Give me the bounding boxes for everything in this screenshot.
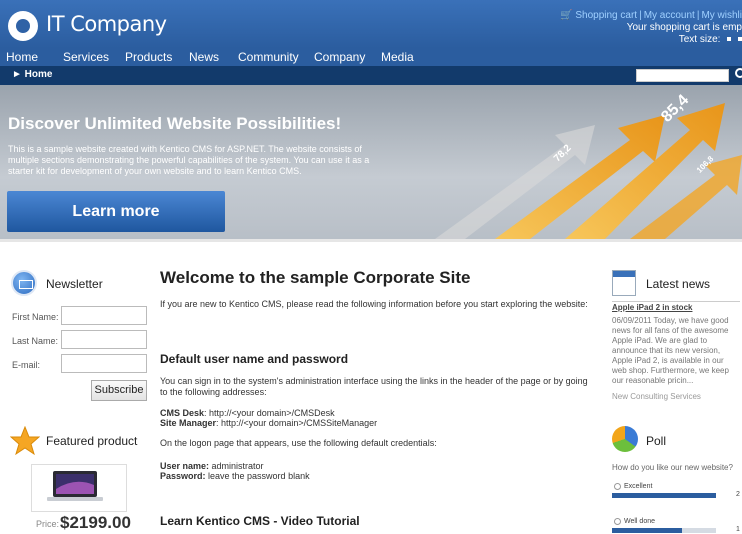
latest-news-title: Latest news — [646, 277, 711, 291]
pie-chart-icon — [612, 426, 638, 452]
link-separator: | — [639, 10, 642, 21]
username-label: User name: — [160, 461, 210, 471]
poll-answer-label: Well done — [624, 518, 656, 525]
menu-item-media[interactable]: Media — [381, 50, 414, 64]
poll-percent: 1 — [736, 526, 740, 533]
logo-icon[interactable] — [8, 11, 38, 41]
news-item-title[interactable]: Apple iPad 2 in stock — [612, 303, 692, 312]
cms-desk-url: : http://<your domain>/CMSDesk — [204, 408, 335, 418]
my-account-link[interactable]: My account — [644, 10, 695, 21]
site-manager-label: Site Manager — [160, 418, 217, 428]
first-name-label: First Name: — [12, 312, 59, 322]
top-links: 🛒 Shopping cart | My account | My wishli — [560, 10, 742, 21]
price-value: $2199.00 — [60, 513, 131, 532]
intro-text: If you are new to Kentico CMS, please re… — [160, 299, 588, 309]
menu-item-news[interactable]: News — [189, 50, 219, 64]
breadcrumb[interactable]: ► Home — [12, 69, 52, 80]
last-name-label: Last Name: — [12, 336, 59, 346]
site-header: IT Company 🛒 Shopping cart | My account | My… — [0, 0, 742, 48]
menu-item-home[interactable]: Home — [6, 50, 38, 64]
signin-text: You can sign in to the system's administ… — [160, 376, 588, 397]
text-size-small-button[interactable] — [727, 37, 732, 42]
banner-text: This is a sample website created with Ke… — [8, 144, 370, 176]
price-label: Price: — [36, 519, 60, 529]
menu-item-company[interactable]: Company — [314, 50, 365, 64]
text-size-label: Text size: — [678, 34, 721, 45]
search-input[interactable] — [636, 69, 729, 82]
newspaper-icon — [612, 270, 636, 296]
menu-item-services[interactable]: Services — [63, 50, 109, 64]
banner-title: Discover Unlimited Website Possibilities… — [8, 114, 342, 133]
poll-radio-well-done[interactable] — [614, 518, 621, 525]
poll-bar — [612, 493, 716, 498]
email-field[interactable] — [61, 354, 147, 373]
password-label: Password: — [160, 471, 206, 481]
menu-item-products[interactable]: Products — [125, 50, 172, 64]
breadcrumb-bar: ► Home — [0, 66, 742, 85]
main-menu: Home Services Products News Community Co… — [0, 48, 742, 66]
poll-bar-fill — [612, 493, 716, 498]
laptop-image[interactable] — [45, 471, 105, 503]
page-title: Welcome to the sample Corporate Site — [160, 268, 471, 287]
logo-text[interactable]: IT Company — [46, 12, 167, 36]
poll-bar — [612, 528, 716, 533]
poll-question: How do you like our new website? — [612, 463, 733, 472]
password-line: Password: leave the password blank — [160, 471, 590, 482]
search-icon[interactable] — [735, 68, 742, 78]
text-size-control: Text size: — [679, 34, 742, 45]
news-item-next[interactable]: New Consulting Services — [612, 392, 701, 401]
growth-arrows-graphic — [435, 103, 742, 239]
menu-item-community[interactable]: Community — [238, 50, 299, 64]
poll-percent: 2 — [736, 491, 740, 498]
learn-more-button[interactable]: Learn more — [7, 191, 225, 232]
news-item-text: 06/09/2011 Today, we have good news for … — [612, 316, 729, 385]
password-value: leave the password blank — [205, 471, 310, 481]
poll-bar-fill — [612, 528, 682, 533]
envelope-icon — [11, 270, 37, 296]
video-tutorial-heading: Learn Kentico CMS - Video Tutorial — [160, 514, 360, 528]
email-label: E-mail: — [12, 360, 41, 370]
cart-status: Your shopping cart is emp — [626, 22, 742, 33]
newsletter-title: Newsletter — [46, 277, 103, 291]
cms-desk-label: CMS Desk — [160, 408, 205, 418]
last-name-field[interactable] — [61, 330, 147, 349]
featured-product-title: Featured product — [46, 434, 138, 448]
star-icon — [10, 426, 40, 456]
site-manager-url: : http://<your domain>/CMSSiteManager — [216, 418, 378, 428]
poll-title: Poll — [646, 434, 667, 448]
default-credentials-heading: Default user name and password — [160, 352, 349, 366]
site-manager-line: Site Manager: http://<your domain>/CMSSi… — [160, 418, 590, 429]
first-name-field[interactable] — [61, 306, 147, 325]
poll-answer-label: Excellent — [624, 483, 653, 490]
shopping-cart-link[interactable]: Shopping cart — [575, 10, 637, 21]
poll-radio-excellent[interactable] — [614, 483, 621, 490]
my-wishlist-link[interactable]: My wishli — [701, 10, 742, 21]
cart-icon[interactable]: 🛒 — [560, 10, 572, 21]
username-value: administrator — [209, 461, 264, 471]
text-size-medium-button[interactable] — [738, 37, 742, 42]
logon-text: On the logon page that appears, use the … — [160, 438, 437, 448]
news-divider — [612, 301, 740, 302]
subscribe-button[interactable]: Subscribe — [91, 380, 147, 401]
